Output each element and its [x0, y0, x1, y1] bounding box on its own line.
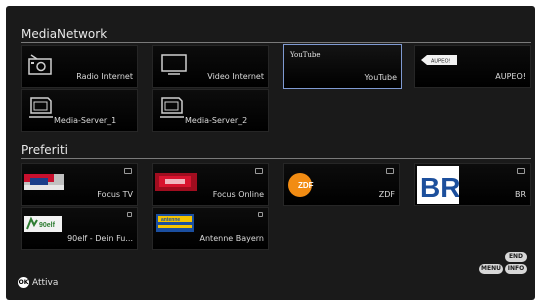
favorite-tag-icon	[386, 168, 394, 174]
media-server-icon	[29, 97, 53, 118]
section-divider	[21, 42, 531, 43]
aupeo-logo-text: AUPEO!	[431, 59, 450, 65]
antenne-bayern-logo: antenne	[156, 214, 194, 232]
section-title-medianetwork: MediaNetwork	[21, 27, 108, 41]
br-logo-text: BR	[420, 172, 459, 203]
favorite-tag-icon	[255, 168, 263, 174]
tile-media-server-2[interactable]: Media-Server_2	[152, 89, 269, 132]
tile-label: Focus TV	[97, 190, 133, 199]
section-title-preferiti: Preferiti	[21, 143, 68, 157]
90elf-logo-text: 90elf	[39, 222, 56, 229]
tile-label: Video Internet	[207, 72, 264, 81]
end-key-icon[interactable]: END	[505, 252, 527, 262]
section-divider	[21, 158, 531, 159]
aupeo-logo: AUPEO!	[421, 55, 457, 65]
focus-online-logo	[155, 173, 197, 191]
tile-zdf[interactable]: ZDF ZDF	[283, 163, 400, 206]
favorite-tag-icon	[127, 212, 132, 217]
tile-label: Media-Server_1	[54, 116, 117, 125]
tile-label: ZDF	[378, 190, 395, 199]
zdf-logo-text: ZDF	[298, 181, 314, 190]
tile-aupeo[interactable]: AUPEO! AUPEO!	[414, 45, 531, 88]
media-server-icon	[160, 97, 184, 118]
tile-label: YouTube	[364, 73, 397, 82]
tile-label: Focus Online	[212, 190, 264, 199]
tile-focus-online[interactable]: Focus Online	[152, 163, 269, 206]
tile-label: Antenne Bayern	[199, 234, 264, 243]
tile-radio-internet[interactable]: Radio Internet	[21, 45, 138, 88]
media-network-screen: MediaNetwork Radio Internet Video Intern…	[6, 6, 535, 300]
tile-label: AUPEO!	[495, 72, 526, 81]
menu-key-icon[interactable]: MENU	[479, 264, 503, 274]
tile-media-server-1[interactable]: Media-Server_1	[21, 89, 138, 132]
tile-antenne-bayern[interactable]: antenne Antenne Bayern	[152, 207, 269, 250]
ok-action-label: Attiva	[32, 278, 59, 288]
tile-focus-tv[interactable]: Focus TV	[21, 163, 138, 206]
tile-90elf[interactable]: 90elf 90elf - Dein Fu...	[21, 207, 138, 250]
monitor-icon	[161, 54, 187, 75]
tile-youtube[interactable]: YouTube YouTube	[283, 44, 402, 89]
favorite-tag-icon	[124, 168, 132, 174]
favorite-tag-icon	[258, 212, 263, 217]
tile-label: Radio Internet	[76, 72, 133, 81]
antenne-logo-text: antenne	[161, 217, 180, 223]
90elf-logo: 90elf	[24, 216, 62, 232]
focus-tv-logo	[24, 174, 64, 190]
zdf-logo: ZDF	[288, 173, 314, 197]
br-logo: BR	[417, 166, 459, 204]
tile-video-internet[interactable]: Video Internet	[152, 45, 269, 88]
tile-label: Media-Server_2	[185, 116, 248, 125]
ok-key-icon: OK	[18, 277, 29, 288]
tile-label: 90elf - Dein Fu...	[67, 234, 133, 243]
tile-label: BR	[514, 190, 526, 199]
favorite-tag-icon	[517, 168, 525, 174]
youtube-logo: YouTube	[290, 51, 321, 59]
tile-br[interactable]: BR BR	[414, 163, 531, 206]
info-key-icon[interactable]: INFO	[505, 264, 527, 274]
radio-icon	[28, 54, 52, 75]
